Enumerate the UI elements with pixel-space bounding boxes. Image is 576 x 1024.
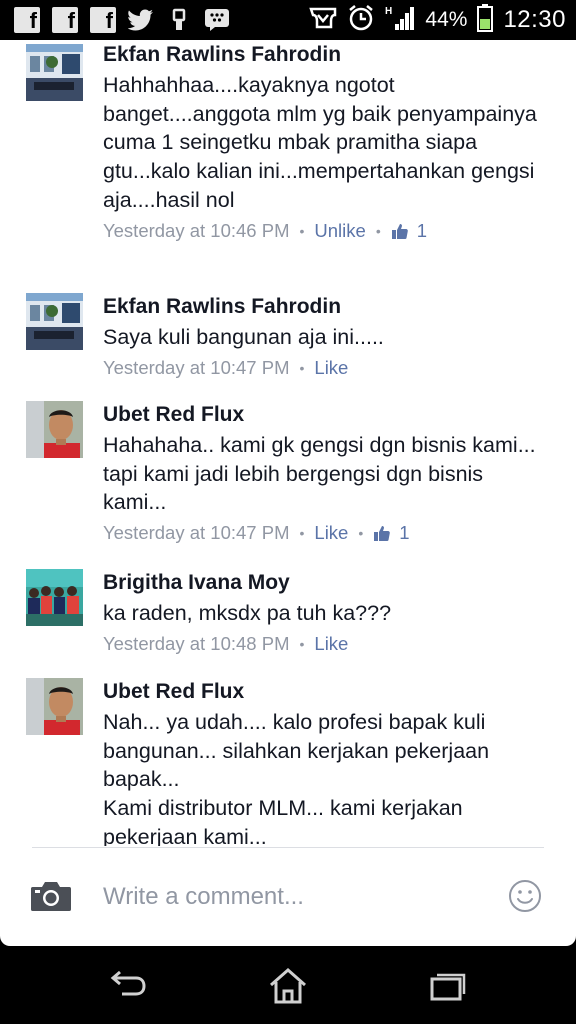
comment-timestamp[interactable]: Yesterday at 10:48 PM <box>103 632 290 656</box>
media-icon <box>309 5 337 36</box>
home-icon[interactable] <box>268 966 308 1006</box>
back-icon[interactable] <box>108 966 148 1006</box>
signal-icon: H <box>385 4 415 37</box>
notification-icons: f f f <box>14 7 230 33</box>
status-bar: f f f H 44% 12:30 <box>0 0 576 40</box>
clock: 12:30 <box>503 6 566 33</box>
comment-body: Ubet Red Flux Hahahaha.. kami gk gengsi … <box>103 403 543 545</box>
comment-body: Ubet Red Flux Nah... ya udah.... kalo pr… <box>103 680 543 846</box>
camera-icon[interactable] <box>30 879 72 913</box>
facebook-icon: f <box>14 7 40 33</box>
comment-timestamp[interactable]: Yesterday at 10:47 PM <box>103 356 290 380</box>
comment-text: ka raden, mksdx pa tuh ka??? <box>103 601 392 625</box>
separator-dot: • <box>299 222 305 239</box>
usb-icon <box>166 7 192 33</box>
battery-icon <box>477 3 494 37</box>
avatar[interactable] <box>26 44 83 101</box>
battery-percent: 44% <box>425 8 468 31</box>
facebook-icon: f <box>90 7 116 33</box>
comment-meta: Yesterday at 10:46 PM • Unlike • 1 <box>103 219 543 243</box>
comment-timestamp[interactable]: Yesterday at 10:47 PM <box>103 521 290 545</box>
avatar[interactable] <box>26 678 83 735</box>
facebook-icon: f <box>52 7 78 33</box>
like-count[interactable]: 1 <box>417 219 427 243</box>
recent-apps-icon[interactable] <box>428 966 468 1006</box>
smiley-icon[interactable] <box>508 879 542 913</box>
comment-text: Nah... ya udah.... kalo profesi bapak ku… <box>103 710 490 846</box>
comment-author[interactable]: Brigitha Ivana Moy <box>103 571 543 595</box>
like-button[interactable]: Like <box>314 521 348 545</box>
comment-body: Ekfan Rawlins Fahrodin Saya kuli banguna… <box>103 295 543 380</box>
comment-composer <box>0 862 576 932</box>
comment-meta: Yesterday at 10:47 PM • Like • 1 <box>103 521 543 545</box>
separator-dot: • <box>299 635 305 652</box>
thumbs-up-icon <box>373 524 391 542</box>
separator-dot: • <box>375 222 381 239</box>
comment-body: Brigitha Ivana Moy ka raden, mksdx pa tu… <box>103 571 543 656</box>
comment-text: Hahahaha.. kami gk gengsi dgn bisnis kam… <box>103 433 536 515</box>
comment-author[interactable]: Ubet Red Flux <box>103 680 543 704</box>
like-button[interactable]: Like <box>314 632 348 656</box>
avatar[interactable] <box>26 401 83 458</box>
navigation-bar <box>0 946 576 1024</box>
comment-list[interactable]: Ekfan Rawlins Fahrodin Hahhahhaa....kaya… <box>0 40 576 846</box>
comment-text: Hahhahhaa....kayaknya ngotot banget....a… <box>103 73 537 212</box>
like-button[interactable]: Like <box>314 356 348 380</box>
bbm-icon <box>204 7 230 33</box>
unlike-button[interactable]: Unlike <box>314 219 365 243</box>
comment-input[interactable] <box>103 880 483 914</box>
comment-timestamp[interactable]: Yesterday at 10:46 PM <box>103 219 290 243</box>
comment-meta: Yesterday at 10:47 PM • Like <box>103 356 543 380</box>
comment-text: Saya kuli bangunan aja ini..... <box>103 325 384 349</box>
separator-dot: • <box>358 525 364 542</box>
comments-panel: Ekfan Rawlins Fahrodin Hahhahhaa....kaya… <box>0 40 576 946</box>
thumbs-up-icon <box>391 222 409 240</box>
comment-author[interactable]: Ekfan Rawlins Fahrodin <box>103 43 543 67</box>
comment-author[interactable]: Ekfan Rawlins Fahrodin <box>103 295 543 319</box>
status-icons: H 44% 12:30 <box>309 3 566 37</box>
like-count[interactable]: 1 <box>399 521 409 545</box>
composer-divider <box>32 847 544 848</box>
comment-author[interactable]: Ubet Red Flux <box>103 403 543 427</box>
separator-dot: • <box>299 359 305 376</box>
avatar[interactable] <box>26 293 83 350</box>
comment-meta: Yesterday at 10:48 PM • Like <box>103 632 543 656</box>
avatar[interactable] <box>26 569 83 626</box>
alarm-icon <box>347 4 375 37</box>
twitter-icon <box>128 7 154 33</box>
comment-body: Ekfan Rawlins Fahrodin Hahhahhaa....kaya… <box>103 43 543 243</box>
separator-dot: • <box>299 525 305 542</box>
signal-type-label: H <box>385 6 392 17</box>
